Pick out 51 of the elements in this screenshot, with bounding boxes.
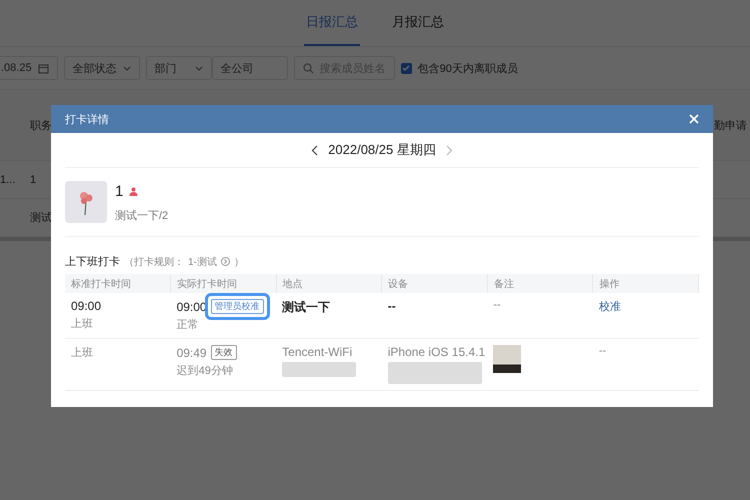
location-text: 测试一下 xyxy=(282,299,332,316)
flower-photo xyxy=(65,181,107,223)
user-name: 1 xyxy=(115,183,124,200)
status-select[interactable]: 全部状态 xyxy=(64,56,140,80)
column-header: 操作 xyxy=(592,274,698,293)
table-cell-text: 1 xyxy=(29,174,36,186)
status-tag: 失效 xyxy=(210,345,237,360)
column-header: 勤申请 xyxy=(713,118,747,132)
standard-time: 09:00 xyxy=(71,299,102,313)
punch-time: 09:49 xyxy=(176,346,207,360)
report-tab[interactable]: 日报汇总 xyxy=(304,0,360,46)
shift-label: 上班 xyxy=(71,317,94,331)
checkbox-label: 包含90天内离职成员 xyxy=(418,62,518,76)
info-arrow-icon xyxy=(220,257,230,266)
date-field[interactable]: .08.25 xyxy=(0,56,58,80)
chevron-icon xyxy=(122,66,131,70)
table-cell: 1... xyxy=(0,174,16,186)
punch-status: 正常 xyxy=(176,318,200,332)
calendar-icon xyxy=(38,62,49,74)
date-label: 2022/08/25 星期四 xyxy=(328,141,436,159)
search-icon xyxy=(302,62,314,74)
checkbox[interactable] xyxy=(400,62,412,74)
dept-select[interactable]: 部门 xyxy=(146,56,212,80)
column-header: 职务 xyxy=(29,118,52,132)
column-header: 实际打卡时间 xyxy=(170,274,276,293)
report-tab[interactable]: 月报汇总 xyxy=(390,0,446,46)
user-department: 测试一下/2 xyxy=(115,209,168,223)
chevron-icon xyxy=(194,66,203,70)
action-text: -- xyxy=(598,345,606,357)
column-header: 标准打卡时间 xyxy=(65,274,171,293)
calibrate-link[interactable]: 校准 xyxy=(598,301,621,313)
location-text: Tencent-WiFi xyxy=(282,345,354,359)
dialog-title: 打卡详情 xyxy=(65,112,109,126)
column-header: 备注 xyxy=(487,274,593,293)
column-header: 地点 xyxy=(276,274,382,293)
photo-placeholder[interactable] xyxy=(493,345,522,373)
close-button[interactable] xyxy=(689,114,699,124)
previous-button[interactable] xyxy=(311,144,318,156)
note-text: -- xyxy=(493,299,501,311)
rule-prefix: （打卡规则： xyxy=(124,256,184,268)
column-header: 设备 xyxy=(382,274,488,293)
shift-label: 上班 xyxy=(71,347,93,359)
status-tag: 管理员校准 xyxy=(210,299,264,314)
rule-name: 1-测试 xyxy=(188,256,217,268)
section-title: 上下班打卡 xyxy=(65,255,120,269)
dept-field[interactable]: 全公司 xyxy=(212,56,288,80)
person-icon xyxy=(129,187,138,196)
punch-status: 迟到49分钟 xyxy=(176,364,234,378)
device-text: -- xyxy=(388,299,397,313)
table-cell-text: 测试 xyxy=(29,211,52,225)
rule-suffix: ） xyxy=(234,256,244,268)
